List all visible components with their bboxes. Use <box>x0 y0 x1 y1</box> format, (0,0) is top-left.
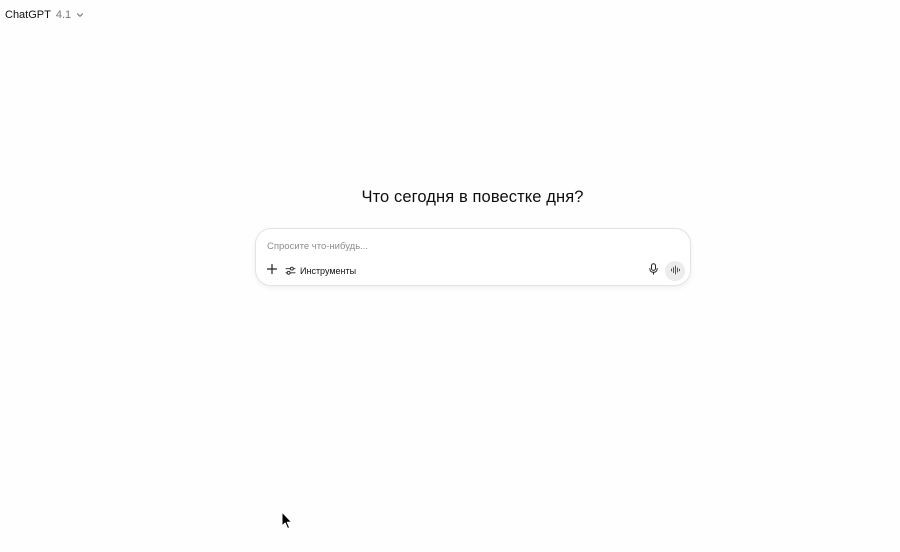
model-switcher[interactable]: ChatGPT 4.1 <box>5 7 85 23</box>
chat-page: ChatGPT 4.1 Что сегодня в повестке дня? … <box>0 0 900 552</box>
voice-waveform-icon <box>670 262 681 280</box>
mouse-pointer-icon <box>281 511 293 530</box>
voice-mode-button[interactable] <box>665 261 685 281</box>
dictate-button[interactable] <box>645 263 661 279</box>
sliders-icon <box>285 265 296 278</box>
page-title: Что сегодня в повестке дня? <box>361 188 584 206</box>
add-attachment-button[interactable] <box>264 263 280 279</box>
model-version: 4.1 <box>55 9 72 21</box>
prompt-input[interactable] <box>267 238 647 254</box>
tools-button[interactable]: Инструменты <box>285 263 356 279</box>
tools-label: Инструменты <box>300 266 357 276</box>
microphone-icon <box>648 262 659 280</box>
plus-icon <box>266 262 278 280</box>
model-name: ChatGPT <box>5 9 51 21</box>
composer: Инструменты <box>255 228 691 286</box>
chevron-down-icon <box>75 10 85 20</box>
